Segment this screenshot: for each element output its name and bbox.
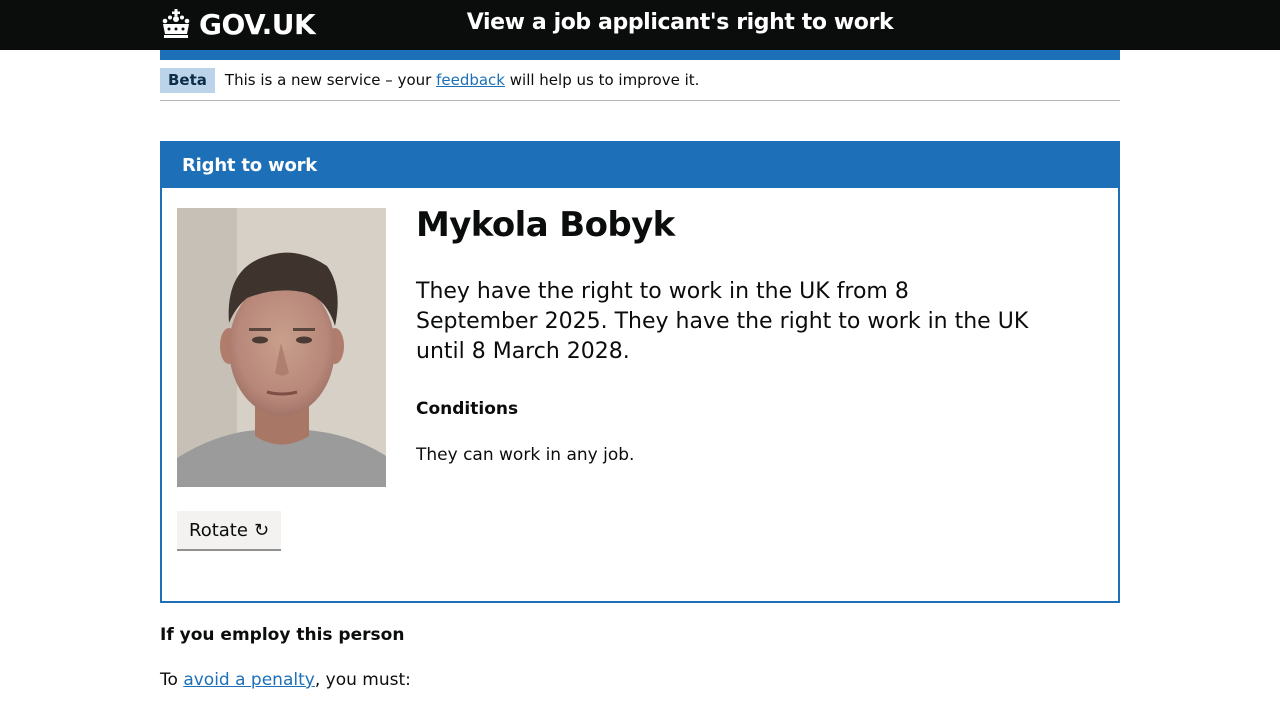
rotate-button-label: Rotate — [189, 519, 248, 541]
rotate-button[interactable]: Rotate ↻ — [177, 511, 282, 549]
conditions-text: They can work in any job. — [416, 445, 635, 465]
penalty-text-before: To — [160, 670, 184, 690]
penalty-paragraph: To avoid a penalty, you must: — [160, 670, 411, 690]
rotate-icon: ↻ — [253, 519, 270, 541]
applicant-photo-image — [177, 208, 386, 487]
phase-banner: Beta This is a new service – your feedba… — [160, 60, 1120, 101]
avoid-penalty-link[interactable]: avoid a penalty — [183, 670, 315, 690]
service-name-link[interactable]: View a job applicant's right to work — [0, 10, 1280, 35]
phase-text-after: will help us to improve it. — [504, 71, 700, 89]
employ-heading: If you employ this person — [160, 625, 405, 645]
phase-banner-text: This is a new service – your feedback wi… — [225, 71, 700, 89]
header-blue-bar — [160, 50, 1120, 60]
feedback-link[interactable]: feedback — [436, 71, 505, 89]
right-to-work-statement: They have the right to work in the UK fr… — [416, 279, 1029, 364]
applicant-photo — [177, 208, 386, 487]
penalty-text-after: , you must: — [314, 670, 411, 690]
person-name: Mykola Bobyk — [416, 205, 675, 245]
panel-heading: Right to work — [162, 143, 1118, 188]
conditions-heading: Conditions — [416, 399, 519, 419]
right-to-work-panel: Right to work Rotate ↻ Mykola Bobyk They… — [160, 141, 1120, 603]
phase-tag: Beta — [160, 67, 215, 93]
phase-text-before: This is a new service – your — [224, 71, 437, 89]
site-header: GOV.UK View a job applicant's right to w… — [0, 0, 1280, 50]
